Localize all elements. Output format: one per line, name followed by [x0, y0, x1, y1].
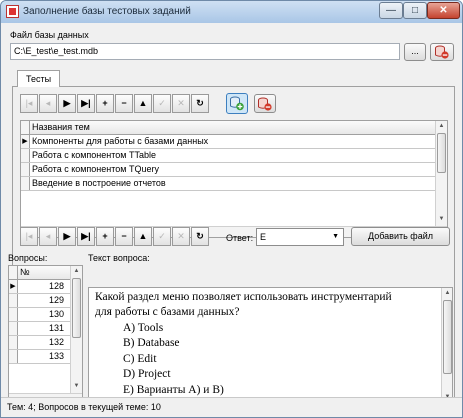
- topics-grid-header: Названия тем: [21, 121, 435, 135]
- title-bar: Заполнение базы тестовых заданий — □ ✕: [1, 1, 462, 23]
- topics-grid: Названия тем ▶ Компоненты для работы с б…: [20, 120, 448, 238]
- table-row[interactable]: Работа с компонентом TTable: [21, 149, 435, 163]
- question-line: для работы с базами данных?: [95, 306, 240, 318]
- nav-prior-button[interactable]: ◂: [39, 94, 57, 113]
- column-header-number[interactable]: №: [20, 267, 30, 277]
- window-title: Заполнение базы тестовых заданий: [23, 6, 191, 17]
- table-row[interactable]: 131: [9, 322, 70, 336]
- question-line: Какой раздел меню позволяет использовать…: [95, 291, 392, 303]
- table-row[interactable]: 132: [9, 336, 70, 350]
- question-number-cell: 131: [48, 323, 64, 333]
- question-number-cell: 129: [48, 295, 64, 305]
- browse-button[interactable]: ...: [404, 43, 426, 61]
- q-nav-post-button[interactable]: ✓: [153, 227, 171, 246]
- question-text-area[interactable]: Какой раздел меню позволяет использовать…: [88, 287, 453, 405]
- q-nav-first-button[interactable]: |◂: [20, 227, 38, 246]
- scroll-down-arrow-icon[interactable]: ▼: [436, 214, 447, 225]
- chevron-down-icon[interactable]: ▼: [332, 233, 339, 240]
- scroll-up-arrow-icon[interactable]: ▲: [442, 288, 452, 299]
- form-body: Файл базы данных C:\E_test\e_test.mdb ..…: [6, 23, 457, 413]
- nav-refresh-button[interactable]: ↻: [191, 94, 209, 113]
- answer-option-line: B) Database: [123, 337, 180, 349]
- table-row[interactable]: 133: [9, 350, 70, 364]
- scroll-up-arrow-icon[interactable]: ▲: [436, 121, 447, 132]
- add-topic-db-button[interactable]: [226, 93, 248, 114]
- q-nav-prior-button[interactable]: ◂: [39, 227, 57, 246]
- nav-cancel-button[interactable]: ✕: [172, 94, 190, 113]
- nav-edit-button[interactable]: ▲: [134, 94, 152, 113]
- database-add-icon: [230, 96, 244, 111]
- answer-select-value: E: [260, 232, 267, 242]
- topic-name-cell: Работа с компонентом TQuery: [32, 164, 159, 174]
- status-bar: Тем: 4; Вопросов в текущей теме: 10: [1, 397, 462, 417]
- column-header-topic-name[interactable]: Названия тем: [32, 122, 90, 132]
- nav-post-button[interactable]: ✓: [153, 94, 171, 113]
- nav-delete-button[interactable]: −: [115, 94, 133, 113]
- question-number-cell: 133: [48, 351, 64, 361]
- table-row[interactable]: Работа с компонентом TQuery: [21, 163, 435, 177]
- remove-db-button[interactable]: [430, 43, 454, 61]
- topic-name-cell: Компоненты для работы с базами данных: [32, 136, 209, 146]
- scrollbar-thumb[interactable]: [72, 278, 81, 338]
- questions-grid: № ▶ 128 129 130 131 132 133 ▲ ▼: [8, 265, 83, 405]
- answer-label: Ответ:: [226, 233, 254, 243]
- question-number-cell: 130: [48, 309, 64, 319]
- topics-vertical-scrollbar[interactable]: ▲ ▼: [435, 121, 447, 226]
- table-row[interactable]: Введение в построение отчетов: [21, 177, 435, 191]
- table-row[interactable]: 129: [9, 294, 70, 308]
- scrollbar-thumb[interactable]: [437, 133, 446, 173]
- q-nav-refresh-button[interactable]: ↻: [191, 227, 209, 246]
- database-delete-icon: [258, 97, 272, 111]
- db-file-label: Файл базы данных: [10, 30, 89, 40]
- questions-label: Вопросы:: [8, 253, 48, 263]
- scroll-up-arrow-icon[interactable]: ▲: [71, 266, 82, 277]
- current-row-indicator-icon: ▶: [9, 280, 18, 293]
- database-delete-icon: [435, 45, 449, 59]
- status-text: Тем: 4; Вопросов в текущей теме: 10: [7, 402, 161, 412]
- add-file-button[interactable]: Добавить файл: [351, 227, 450, 246]
- question-text-scrollbar[interactable]: ▲ ▼: [441, 288, 452, 404]
- nav-first-button[interactable]: |◂: [20, 94, 38, 113]
- remove-topic-db-button[interactable]: [254, 94, 276, 113]
- main-window: Заполнение базы тестовых заданий — □ ✕ Ф…: [0, 0, 463, 418]
- q-nav-insert-button[interactable]: +: [96, 227, 114, 246]
- question-text-label: Текст вопроса:: [88, 253, 150, 263]
- question-number-cell: 128: [48, 281, 64, 291]
- close-button[interactable]: ✕: [427, 2, 460, 19]
- table-row[interactable]: ▶ Компоненты для работы с базами данных: [21, 135, 435, 149]
- q-nav-next-button[interactable]: ▶: [58, 227, 76, 246]
- answer-select[interactable]: E ▼: [256, 228, 344, 246]
- nav-next-button[interactable]: ▶: [58, 94, 76, 113]
- topic-name-cell: Введение в построение отчетов: [32, 178, 166, 188]
- answer-option-line: C) Edit: [123, 353, 157, 365]
- q-nav-delete-button[interactable]: −: [115, 227, 133, 246]
- answer-option-line: D) Project: [123, 368, 171, 380]
- current-row-indicator-icon: ▶: [21, 135, 30, 148]
- scrollbar-thumb[interactable]: [443, 300, 452, 374]
- question-number-cell: 132: [48, 337, 64, 347]
- nav-last-button[interactable]: ▶|: [77, 94, 95, 113]
- q-nav-cancel-button[interactable]: ✕: [172, 227, 190, 246]
- table-row[interactable]: 130: [9, 308, 70, 322]
- topics-navigator: |◂ ◂ ▶ ▶| + − ▲ ✓ ✕ ↻: [20, 94, 220, 114]
- maximize-button[interactable]: □: [403, 2, 427, 19]
- db-file-input[interactable]: C:\E_test\e_test.mdb: [10, 43, 400, 60]
- q-nav-edit-button[interactable]: ▲: [134, 227, 152, 246]
- scroll-down-arrow-icon[interactable]: ▼: [71, 381, 82, 392]
- q-nav-last-button[interactable]: ▶|: [77, 227, 95, 246]
- tab-tests[interactable]: Тесты: [17, 70, 60, 87]
- topic-name-cell: Работа с компонентом TTable: [32, 150, 156, 160]
- nav-insert-button[interactable]: +: [96, 94, 114, 113]
- table-row[interactable]: ▶ 128: [9, 280, 70, 294]
- app-icon: [6, 5, 19, 18]
- questions-navigator: |◂ ◂ ▶ ▶| + − ▲ ✓ ✕ ↻: [20, 227, 220, 247]
- questions-grid-header: №: [9, 266, 70, 280]
- answer-option-line: A) Tools: [123, 322, 164, 334]
- questions-vertical-scrollbar[interactable]: ▲ ▼: [70, 266, 82, 393]
- minimize-button[interactable]: —: [379, 2, 403, 19]
